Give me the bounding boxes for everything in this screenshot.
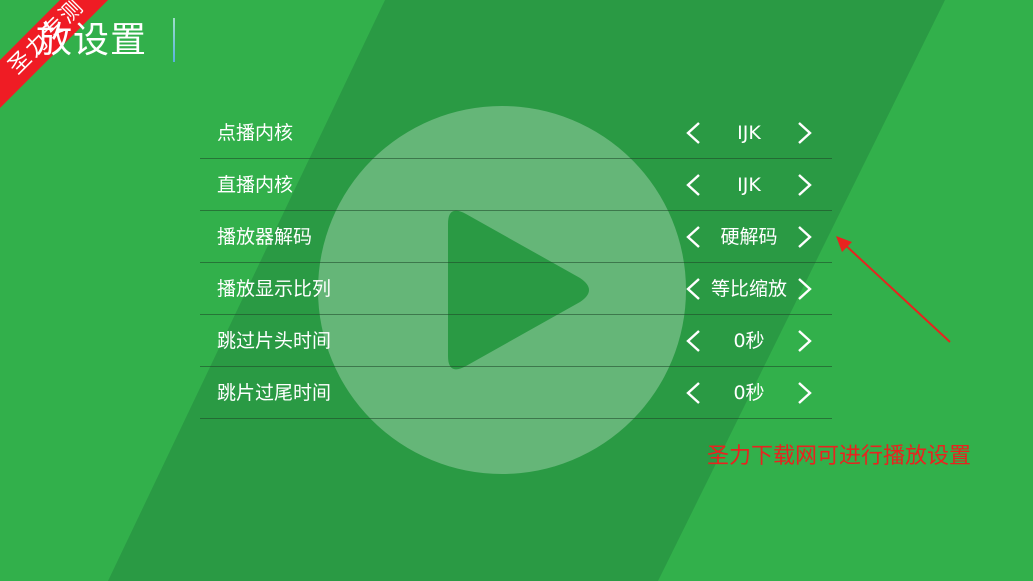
chevron-left-icon[interactable] xyxy=(682,225,706,249)
setting-label: 直播内核 xyxy=(217,174,294,196)
setting-label: 播放显示比列 xyxy=(217,278,332,300)
setting-label: 跳过片头时间 xyxy=(217,330,332,352)
setting-value: 等比缩放 xyxy=(710,278,787,300)
setting-value: 0秒 xyxy=(733,382,765,404)
setting-row-vod-core[interactable]: 点播内核 IJK xyxy=(200,107,832,159)
chevron-right-icon[interactable] xyxy=(792,277,816,301)
setting-row-live-core[interactable]: 直播内核 IJK xyxy=(200,159,832,211)
chevron-left-icon[interactable] xyxy=(682,277,706,301)
annotation-text: 圣力下载网可进行播放设置 xyxy=(707,444,972,469)
chevron-right-icon[interactable] xyxy=(792,173,816,197)
chevron-right-icon[interactable] xyxy=(792,225,816,249)
setting-label: 跳片过尾时间 xyxy=(217,382,332,404)
setting-row-aspect-ratio[interactable]: 播放显示比列 等比缩放 xyxy=(200,263,832,315)
chevron-left-icon[interactable] xyxy=(682,121,706,145)
setting-label: 播放器解码 xyxy=(217,226,313,248)
chevron-left-icon[interactable] xyxy=(682,381,706,405)
setting-value: IJK xyxy=(737,122,761,144)
chevron-left-icon[interactable] xyxy=(682,329,706,353)
title-divider xyxy=(173,18,175,62)
chevron-left-icon[interactable] xyxy=(682,173,706,197)
annotation-arrow-icon xyxy=(836,236,951,343)
setting-value: IJK xyxy=(737,174,761,196)
chevron-right-icon[interactable] xyxy=(792,329,816,353)
setting-row-decoder[interactable]: 播放器解码 硬解码 xyxy=(200,211,832,263)
setting-value: 硬解码 xyxy=(720,226,778,248)
setting-row-skip-intro[interactable]: 跳过片头时间 0秒 xyxy=(200,315,832,367)
setting-value: 0秒 xyxy=(733,330,765,352)
chevron-right-icon[interactable] xyxy=(792,121,816,145)
page-title: 放设置 xyxy=(36,20,148,61)
settings-list: 点播内核 IJK 直播内核 IJK 播放器解码 硬解码 播放显示比列 等比缩放 … xyxy=(200,107,832,419)
setting-row-skip-outro[interactable]: 跳片过尾时间 0秒 xyxy=(200,367,832,419)
setting-label: 点播内核 xyxy=(217,122,294,144)
chevron-right-icon[interactable] xyxy=(792,381,816,405)
